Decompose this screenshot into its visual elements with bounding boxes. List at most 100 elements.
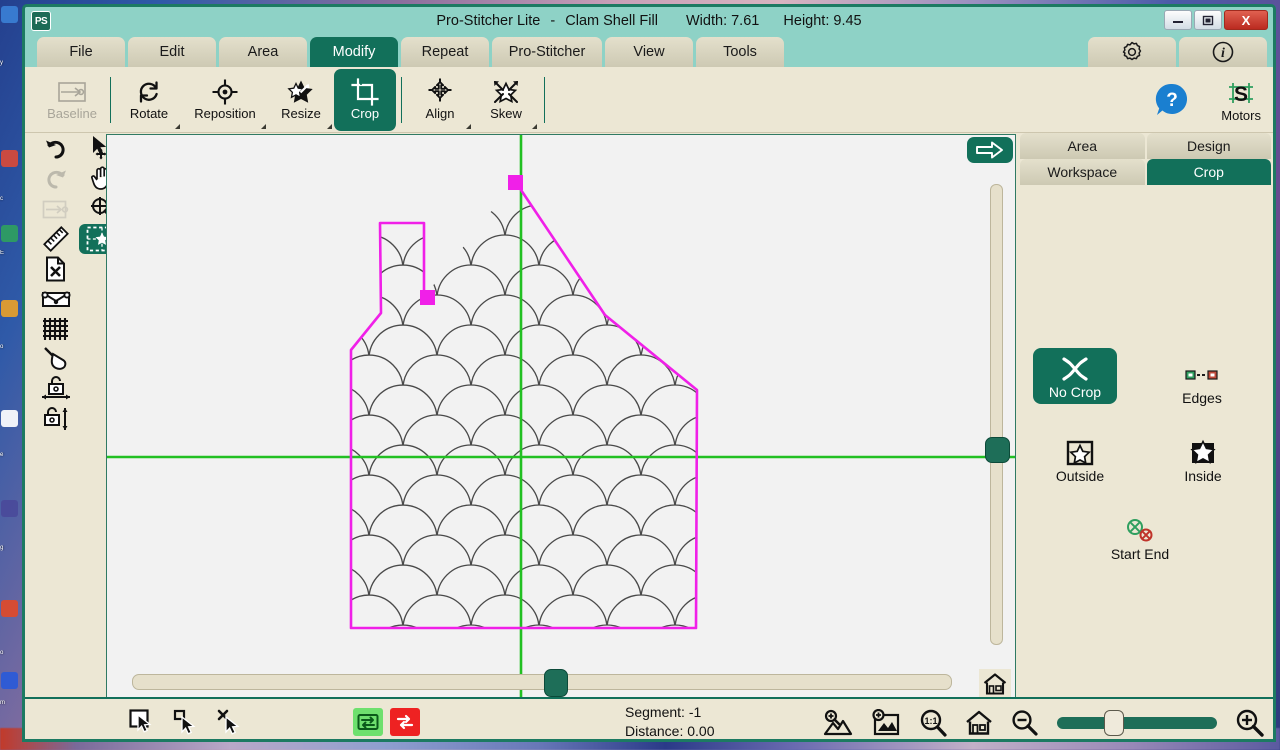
info-button[interactable]: i [1179, 37, 1267, 67]
tab-pro-stitcher[interactable]: Pro-Stitcher [492, 37, 602, 67]
vertical-scroll-thumb[interactable] [985, 437, 1010, 463]
canvas-horizontal-slider[interactable] [132, 674, 952, 690]
tool-lock-horizontal[interactable] [35, 375, 77, 403]
minimize-button[interactable] [1164, 10, 1192, 30]
grid-icon [42, 316, 70, 342]
crop-start-end-label: Start End [1111, 546, 1169, 562]
zoom-home-button[interactable] [965, 710, 993, 736]
design-canvas[interactable] [106, 134, 1016, 704]
select-all-button[interactable] [129, 709, 157, 735]
select-all-cursor-icon [129, 709, 157, 735]
window-controls: X [1164, 10, 1268, 30]
svg-text:S: S [1234, 83, 1248, 106]
crop-no-crop-button[interactable]: No Crop [1033, 348, 1117, 404]
status-bar: Segment: -1 Distance: 0.00 [25, 697, 1273, 742]
reposition-icon [211, 78, 239, 105]
delete-file-icon [44, 256, 68, 282]
top-apex-handle [508, 175, 523, 190]
ribbon-expand-corner[interactable] [261, 124, 266, 129]
tool-undo[interactable] [35, 136, 77, 164]
rtab-design[interactable]: Design [1147, 133, 1272, 159]
horizontal-slider-thumb[interactable] [544, 669, 568, 697]
titlebar: PS Pro-Stitcher Lite - Clam Shell Fill W… [25, 7, 1273, 35]
ribbon-expand-corner[interactable] [466, 124, 471, 129]
zoom-to-design-button[interactable] [871, 709, 901, 737]
tab-tools[interactable]: Tools [696, 37, 784, 67]
zoom-slider[interactable] [1057, 717, 1217, 729]
tab-view[interactable]: View [605, 37, 693, 67]
select-none-button[interactable] [173, 709, 201, 735]
status-bar-right-group: 1:1 [823, 699, 1265, 742]
crop-outside-button[interactable]: Outside [1038, 432, 1122, 488]
ribbon-rotate[interactable]: Rotate [116, 70, 182, 130]
tool-baseline-edit[interactable] [35, 196, 77, 224]
help-button[interactable]: ? [1153, 81, 1191, 119]
app-window: PS Pro-Stitcher Lite - Clam Shell Fill W… [22, 4, 1276, 742]
right-panel: Area Design Workspace Crop No Crop [1018, 133, 1273, 742]
tool-lock-vertical[interactable] [35, 405, 77, 433]
home-icon [983, 673, 1007, 695]
ribbon-skew[interactable]: Skew [473, 70, 539, 130]
ribbon-reposition[interactable]: Reposition [182, 70, 268, 130]
design-name: Clam Shell Fill [565, 13, 658, 29]
ribbon-expand-corner[interactable] [532, 124, 537, 129]
ribbon-expand-corner[interactable] [327, 124, 332, 129]
canvas-home-button[interactable] [979, 669, 1011, 699]
crop-start-end-button[interactable]: Start End [1098, 510, 1182, 566]
tool-redo[interactable] [35, 166, 77, 194]
tool-node-edit[interactable] [35, 285, 77, 313]
stitch-on-icon [357, 712, 379, 732]
tool-measure[interactable] [35, 225, 77, 253]
desktop-icon-label: y [0, 60, 20, 66]
desktop-icon-strip: y c E o e g o m [0, 0, 22, 750]
settings-button[interactable] [1088, 37, 1176, 67]
ribbon-align[interactable]: Align [407, 70, 473, 130]
zoom-to-design-icon [871, 709, 901, 737]
desktop-icon [1, 672, 18, 689]
crop-edges-label: Edges [1182, 390, 1222, 406]
maximize-button[interactable] [1194, 10, 1222, 30]
zoom-out-button[interactable] [1011, 709, 1039, 737]
zoom-slider-thumb[interactable] [1104, 710, 1124, 736]
align-icon [426, 78, 454, 105]
rtab-workspace[interactable]: Workspace [1020, 159, 1145, 185]
window-title: Pro-Stitcher Lite - Clam Shell Fill Widt… [25, 13, 1273, 29]
tab-edit[interactable]: Edit [128, 37, 216, 67]
canvas-vertical-scrollbar[interactable] [990, 184, 1003, 645]
close-button[interactable]: X [1224, 10, 1268, 30]
zoom-to-selection-button[interactable] [823, 709, 853, 737]
zoom-in-button[interactable] [1235, 708, 1265, 738]
desktop-icon-label: o [0, 650, 20, 656]
rtab-crop[interactable]: Crop [1147, 159, 1272, 185]
ribbon-resize[interactable]: Resize [268, 70, 334, 130]
desktop-icon [1, 150, 18, 167]
crop-edges-button[interactable]: Edges [1160, 354, 1244, 410]
tab-file[interactable]: File [37, 37, 125, 67]
panel-toggle-button[interactable] [967, 137, 1013, 163]
ribbon-baseline[interactable]: Baseline [39, 70, 105, 130]
ribbon-crop[interactable]: Crop [334, 69, 396, 131]
tab-modify[interactable]: Modify [310, 37, 398, 67]
zoom-one-to-one-icon: 1:1 [919, 709, 947, 737]
crop-outside-label: Outside [1056, 468, 1104, 484]
rtab-area[interactable]: Area [1020, 133, 1145, 159]
canvas-svg[interactable] [107, 135, 1015, 703]
select-none-cursor-icon [173, 709, 201, 735]
deselect-button[interactable] [217, 709, 245, 735]
desktop-icon [1, 500, 18, 517]
motors-button[interactable]: S Motors [1221, 78, 1261, 123]
crop-inside-button[interactable]: Inside [1161, 432, 1245, 488]
ribbon-expand-corner[interactable] [175, 124, 180, 129]
ribbon-separator [401, 77, 402, 123]
tool-paint-fill[interactable] [35, 345, 77, 373]
stitch-on-toggle[interactable] [353, 708, 383, 736]
tool-delete-file[interactable] [35, 255, 77, 283]
tab-area[interactable]: Area [219, 37, 307, 67]
chimney-handle [420, 290, 435, 305]
motors-s-icon: S [1225, 78, 1257, 108]
tab-repeat[interactable]: Repeat [401, 37, 489, 67]
stitch-off-toggle[interactable] [390, 708, 420, 736]
zoom-one-to-one-button[interactable]: 1:1 [919, 709, 947, 737]
ribbon-baseline-label: Baseline [47, 106, 97, 121]
tool-grid[interactable] [35, 315, 77, 343]
